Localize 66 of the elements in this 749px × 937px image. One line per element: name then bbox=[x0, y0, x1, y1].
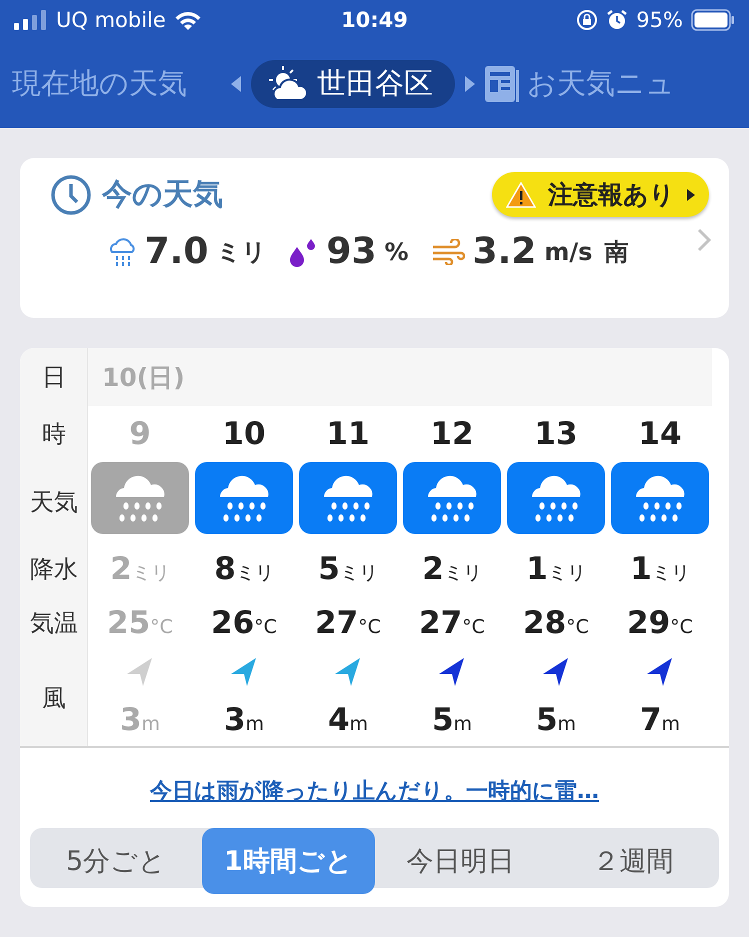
warning-icon bbox=[506, 182, 536, 208]
hour-label: 10 bbox=[222, 416, 266, 452]
row-label: 時 bbox=[42, 419, 66, 450]
precipitation-cell: 2 ミリ bbox=[110, 551, 170, 587]
rotation-lock-icon bbox=[576, 9, 598, 31]
battery-percent: 95% bbox=[636, 8, 683, 32]
precipitation-cell: 1 ミリ bbox=[630, 551, 690, 587]
newspaper-icon bbox=[485, 66, 519, 102]
wind-speed-cell: 4m bbox=[328, 702, 368, 738]
interval-tab[interactable]: 1時間ごと bbox=[202, 828, 374, 894]
precipitation-cell: 2 ミリ bbox=[422, 551, 482, 587]
location-tab[interactable]: 現在地の天気 bbox=[12, 60, 187, 108]
location-tab[interactable]: 世田谷区 bbox=[251, 60, 455, 108]
precipitation-unit: ミリ bbox=[216, 236, 266, 268]
caret-icon bbox=[687, 188, 695, 200]
hour-label: 9 bbox=[129, 416, 151, 452]
hour-label: 11 bbox=[326, 416, 370, 452]
row-label: 気温 bbox=[30, 608, 78, 639]
hour-label: 13 bbox=[534, 416, 578, 452]
precipitation-cell: 1 ミリ bbox=[526, 551, 586, 587]
alert-badge[interactable]: 注意報あり bbox=[492, 172, 709, 217]
sun-cloud-icon bbox=[269, 66, 309, 102]
wind-speed-cell: 3m bbox=[120, 702, 160, 738]
carrier-name: UQ mobile bbox=[56, 8, 166, 32]
chevron-right-icon bbox=[697, 228, 711, 252]
row-label: 天気 bbox=[30, 487, 78, 518]
precipitation-value: 7.0 bbox=[144, 231, 208, 272]
temperature-cell: 26°C bbox=[211, 605, 277, 641]
temperature-cell: 25°C bbox=[107, 605, 173, 641]
battery-icon bbox=[690, 9, 735, 31]
interval-tab[interactable]: 5分ごと bbox=[30, 831, 202, 891]
row-label: 日 bbox=[42, 362, 66, 393]
wind-direction: 南 bbox=[604, 236, 628, 268]
row-label: 降水 bbox=[30, 554, 78, 585]
wind-speed-cell: 3m bbox=[224, 702, 264, 738]
current-weather-card[interactable]: 今の天気 注意報あり 7.0 ミリ 93 % 3.2 m/s 南 bbox=[20, 158, 729, 318]
interval-tab[interactable]: 今日明日 bbox=[374, 831, 547, 891]
wind-speed-value: 3.2 bbox=[472, 231, 536, 272]
precipitation-cell: 5 ミリ bbox=[318, 551, 378, 587]
caret-icon bbox=[465, 76, 475, 92]
wind-speed-unit: m/s bbox=[544, 238, 592, 266]
summary-link[interactable]: 今日は雨が降ったり止んだり。一時的に雷… bbox=[150, 776, 599, 806]
precipitation-cell: 8 ミリ bbox=[214, 551, 274, 587]
wind-speed-cell: 5m bbox=[432, 702, 472, 738]
signal-icon bbox=[14, 10, 48, 30]
card-title: 今の天気 bbox=[102, 176, 224, 214]
caret-icon bbox=[231, 76, 241, 92]
wind-speed-cell: 7m bbox=[640, 702, 680, 738]
humidity-unit: % bbox=[384, 238, 409, 266]
wifi-icon bbox=[174, 10, 202, 30]
row-label: 風 bbox=[42, 683, 66, 714]
temperature-cell: 28°C bbox=[523, 605, 589, 641]
location-tab[interactable]: お天気ニュ bbox=[485, 60, 675, 108]
wind-icon bbox=[430, 238, 465, 264]
date-label: 10(日) bbox=[102, 362, 185, 394]
clock-time: 10:49 bbox=[340, 8, 409, 32]
clock-icon bbox=[50, 174, 92, 216]
temperature-cell: 29°C bbox=[627, 605, 693, 641]
interval-tab[interactable]: ２週間 bbox=[546, 831, 719, 891]
hour-label: 12 bbox=[430, 416, 474, 452]
wind-speed-cell: 5m bbox=[536, 702, 576, 738]
hour-label: 14 bbox=[638, 416, 682, 452]
humidity-value: 93 bbox=[326, 231, 376, 272]
alarm-icon bbox=[606, 9, 628, 31]
temperature-cell: 27°C bbox=[315, 605, 381, 641]
temperature-cell: 27°C bbox=[419, 605, 485, 641]
